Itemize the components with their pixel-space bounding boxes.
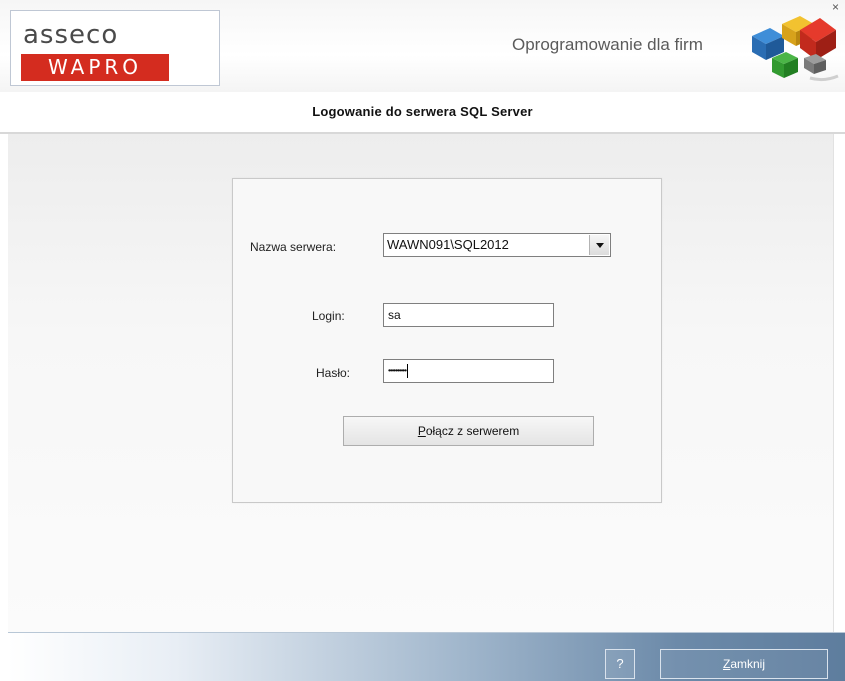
password-label: Hasło: xyxy=(316,366,351,380)
logo-asseco-text: asseco xyxy=(23,20,119,50)
help-button[interactable]: ? xyxy=(605,649,635,679)
connect-button-mnemonic: P xyxy=(417,424,426,438)
server-label: Nazwa serwera: xyxy=(250,240,337,254)
close-icon[interactable]: × xyxy=(832,0,839,14)
tagline: Oprogramowanie dla firm xyxy=(512,35,703,54)
logo-wapro-text: WAPRO xyxy=(21,54,169,81)
title-bar: Logowanie do serwera SQL Server xyxy=(0,92,845,134)
password-field[interactable]: •••••••••• xyxy=(383,359,554,383)
login-label: Login: xyxy=(312,309,345,323)
connect-button[interactable]: Połącz z serwerem xyxy=(343,416,594,446)
login-field[interactable]: sa xyxy=(383,303,554,327)
login-panel xyxy=(232,178,662,503)
close-button[interactable]: Zamknij xyxy=(660,649,828,679)
text-caret xyxy=(407,363,409,378)
cubes-logo-icon xyxy=(752,16,839,82)
close-button-label: amknij xyxy=(730,657,766,671)
password-value: •••••••••• xyxy=(388,366,407,375)
logo: asseco WAPRO xyxy=(10,10,220,86)
connect-button-label: ołącz z serwerem xyxy=(425,424,520,438)
page-title: Logowanie do serwera SQL Server xyxy=(312,104,533,119)
server-select-value: WAWN091\SQL2012 xyxy=(387,237,509,252)
chevron-down-icon[interactable] xyxy=(589,235,609,255)
header: asseco WAPRO Oprogramowanie dla firm × xyxy=(0,0,845,93)
server-select[interactable]: WAWN091\SQL2012 xyxy=(383,233,611,257)
